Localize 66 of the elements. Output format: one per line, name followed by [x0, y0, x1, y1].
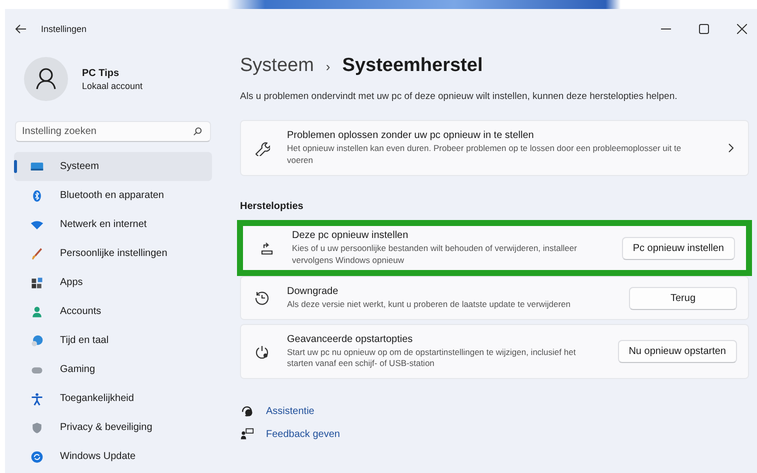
nav-label: Netwerk en internet	[60, 219, 147, 230]
account-type: Lokaal account	[82, 80, 143, 90]
search-field[interactable]: Instelling zoeken	[15, 121, 211, 142]
help-link[interactable]: Feedback geven	[266, 428, 340, 440]
monitor-icon	[30, 160, 44, 174]
action-button[interactable]: Terug	[629, 286, 737, 310]
card-subtitle: Als deze versie niet werkt, kunt u proberen de laatste update te verwijderen	[287, 298, 572, 310]
card-title: Downgrade	[287, 286, 340, 297]
nav-label: Systeem	[60, 161, 99, 172]
accessibility-icon	[30, 392, 44, 406]
page-description: Als u problemen ondervindt met uw pc of deze opnieuw wilt instellen, kunnen deze herstelopties helpen.	[240, 91, 678, 102]
history-icon	[254, 290, 270, 306]
nav-label: Privacy & beveiliging	[60, 422, 152, 433]
nav-label: Accounts	[60, 306, 102, 317]
window-title: Instellingen	[41, 24, 87, 34]
avatar-icon	[24, 57, 68, 101]
troubleshoot-card[interactable]: Problemen oplossen zonder uw pc opnieuw in te stellen Het opnieuw instellen kan even duren. Probeer problemen op te lossen door een probleemoplosser uit te voeren	[240, 120, 749, 176]
nav-label: Windows Update	[60, 451, 136, 462]
bluetooth-icon	[30, 188, 44, 202]
update-icon	[30, 450, 44, 464]
nav-item[interactable]: Tijd en taal	[14, 326, 212, 355]
maximize-icon[interactable]	[699, 24, 709, 34]
feedback-icon	[240, 427, 254, 441]
shield-icon	[30, 420, 44, 434]
nav-label: Bluetooth en apparaten	[60, 190, 164, 201]
power-gear-icon	[254, 344, 270, 360]
nav-label: Gaming	[60, 364, 96, 375]
back-arrow-icon[interactable]	[15, 24, 27, 34]
section-heading: Herstelopties	[240, 201, 304, 212]
nav-label: Toegankelijkheid	[60, 393, 134, 404]
nav-item[interactable]: Accounts	[14, 297, 212, 326]
card-subtitle: Start uw pc nu opnieuw op om de opstartinstellingen te wijzigen, inclusief het starten vanaf een schijf- of USB-station	[287, 346, 577, 370]
help-icon	[240, 404, 254, 418]
nav-label: Apps	[60, 277, 83, 288]
reset-pc-icon	[259, 240, 275, 256]
action-button[interactable]: Pc opnieuw instellen	[622, 236, 735, 260]
apps-icon	[30, 276, 44, 290]
card-title: Deze pc opnieuw instellen	[292, 230, 410, 242]
nav-item[interactable]: Bluetooth en apparaten	[14, 181, 212, 210]
selection-indicator	[14, 160, 17, 173]
action-button[interactable]: Nu opnieuw opstarten	[618, 340, 737, 363]
wrench-icon	[254, 140, 270, 156]
nav-item[interactable]: Systeem	[14, 152, 212, 181]
card-subtitle: Kies of u uw persoonlijke bestanden wilt behouden of verwijderen, installeer vervolgens Windows opnieuw	[292, 243, 578, 266]
nav-item[interactable]: Netwerk en internet	[14, 210, 212, 239]
nav-item[interactable]: Persoonlijke instellingen	[14, 239, 212, 268]
brush-icon	[30, 246, 44, 260]
card-title: Problemen oplossen zonder uw pc opnieuw in te stellen	[287, 130, 535, 142]
nav-item[interactable]: Privacy & beveiliging	[14, 413, 212, 442]
help-link[interactable]: Assistentie	[266, 406, 314, 416]
profile-name: PC Tips	[82, 68, 120, 78]
nav-item[interactable]: Gaming	[14, 355, 212, 384]
nav-item[interactable]: Toegankelijkheid	[14, 384, 212, 413]
page-title: Systeemherstel	[342, 55, 483, 77]
card-title: Geavanceerde opstartopties	[287, 334, 414, 345]
close-icon[interactable]	[737, 24, 747, 34]
card-subtitle: Het opnieuw instellen kan even duren. Probeer problemen op te lossen door een probleemoplosser uit te voeren	[287, 143, 682, 166]
nav-label: Tijd en taal	[60, 335, 109, 346]
nav-item[interactable]: Windows Update	[14, 442, 212, 471]
person-icon	[30, 304, 44, 318]
nav-item[interactable]: Apps	[14, 268, 212, 297]
breadcrumb-separator: ›	[326, 59, 330, 74]
chevron-right-icon	[728, 143, 734, 153]
search-icon[interactable]	[193, 127, 202, 136]
nav-label: Persoonlijke instellingen	[60, 248, 168, 259]
breadcrumb-parent[interactable]: Systeem	[240, 55, 314, 77]
